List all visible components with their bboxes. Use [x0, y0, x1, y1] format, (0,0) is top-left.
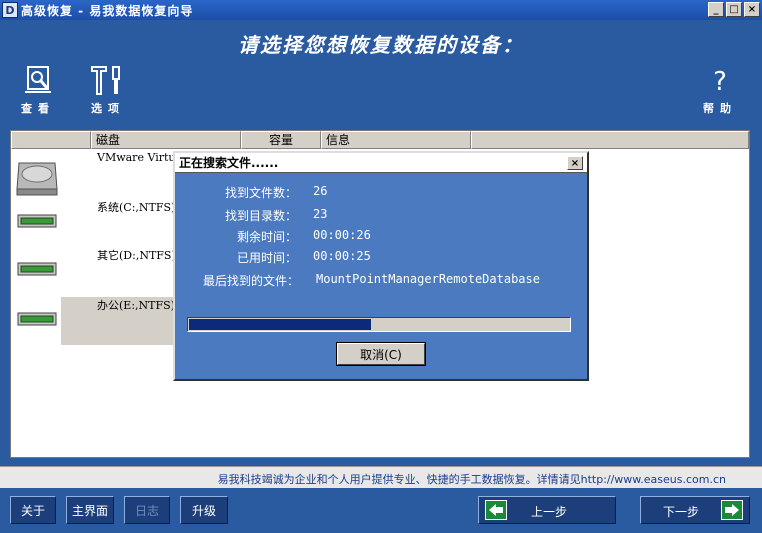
- dialog-title: 正在搜索文件......: [175, 153, 587, 173]
- tools-icon: [91, 66, 120, 95]
- time-elapsed-value: 00:00:25: [313, 249, 371, 263]
- minimize-button[interactable]: _: [708, 2, 724, 17]
- window-title: 高级恢复 - 易我数据恢复向导: [21, 3, 194, 18]
- last-file-label: 最后找到的文件：: [202, 274, 299, 288]
- about-button[interactable]: 关于: [10, 496, 56, 524]
- partition-icon: [17, 262, 57, 276]
- partition-icon: [17, 214, 57, 228]
- maximize-button[interactable]: □: [726, 2, 742, 17]
- column-header-disk[interactable]: 磁盘: [91, 131, 241, 149]
- list-item-name: 系统(C:,NTFS): [97, 201, 176, 214]
- app-icon: D: [2, 2, 18, 18]
- dirs-found-label: 找到目录数：: [224, 209, 297, 223]
- column-header-info[interactable]: 信息: [321, 131, 471, 149]
- view-button[interactable]: 查看: [13, 64, 63, 120]
- main-interface-button[interactable]: 主界面: [66, 496, 114, 524]
- search-progress-dialog: 正在搜索文件...... × 找到文件数： 26 找到目录数： 23 剩余时间：…: [173, 151, 589, 381]
- list-item-name: 其它(D:,NTFS): [97, 249, 176, 262]
- hard-disk-icon: [16, 162, 58, 196]
- next-step-button[interactable]: 下一步: [640, 496, 750, 524]
- time-remaining-label: 剩余时间：: [236, 230, 297, 244]
- last-file-value: MountPointManagerRemoteDatabase: [316, 272, 540, 286]
- column-header-icon: [11, 131, 91, 149]
- files-found-label: 找到文件数：: [224, 186, 297, 200]
- previous-step-button[interactable]: 上一步: [478, 496, 616, 524]
- column-headers: 磁盘 容量 信息: [11, 131, 749, 149]
- options-button[interactable]: 选项: [83, 64, 133, 120]
- arrow-left-icon: [485, 500, 507, 520]
- next-step-label: 下一步: [663, 505, 700, 519]
- view-disk-icon: [25, 66, 51, 93]
- close-button[interactable]: ×: [744, 2, 760, 17]
- cancel-button[interactable]: 取消(C): [336, 342, 426, 366]
- bottom-bar: 关于 主界面 日志 升级 上一步 下一步: [0, 488, 762, 533]
- search-progress-bar: [187, 317, 571, 332]
- partition-icon: [17, 312, 57, 326]
- help-icon: ?: [713, 67, 727, 96]
- info-text[interactable]: 易我科技竭诚为企业和个人用户提供专业、快捷的手工数据恢复。详情请见http://…: [218, 471, 726, 487]
- list-item-name: 办公(E:,NTFS): [97, 299, 175, 312]
- upgrade-button[interactable]: 升级: [180, 496, 228, 524]
- column-header-filler: [471, 131, 749, 149]
- files-found-value: 26: [313, 184, 328, 198]
- help-label: 帮助: [703, 102, 737, 115]
- list-item-name: VMware Virtua: [97, 151, 183, 164]
- page-subtitle: 请选择您想恢复数据的设备：: [238, 33, 524, 57]
- progress-fill: [189, 319, 371, 330]
- arrow-right-icon: [721, 500, 743, 520]
- time-elapsed-label: 已用时间：: [236, 251, 297, 265]
- previous-step-label: 上一步: [531, 505, 568, 519]
- dirs-found-value: 23: [313, 207, 328, 221]
- view-label: 查看: [21, 102, 55, 115]
- help-button[interactable]: ? 帮助: [695, 64, 745, 120]
- dialog-close-button[interactable]: ×: [567, 156, 583, 170]
- header: 请选择您想恢复数据的设备： 查看 选项 ? 帮助: [0, 20, 762, 130]
- svg-text:?: ?: [713, 67, 727, 96]
- title-bar: D 高级恢复 - 易我数据恢复向导 _ □ ×: [0, 0, 762, 20]
- options-label: 选项: [91, 102, 125, 115]
- time-remaining-value: 00:00:26: [313, 228, 371, 242]
- column-header-capacity[interactable]: 容量: [241, 131, 321, 149]
- log-button[interactable]: 日志: [124, 496, 170, 524]
- info-bar: 易我科技竭诚为企业和个人用户提供专业、快捷的手工数据恢复。详情请见http://…: [0, 466, 762, 488]
